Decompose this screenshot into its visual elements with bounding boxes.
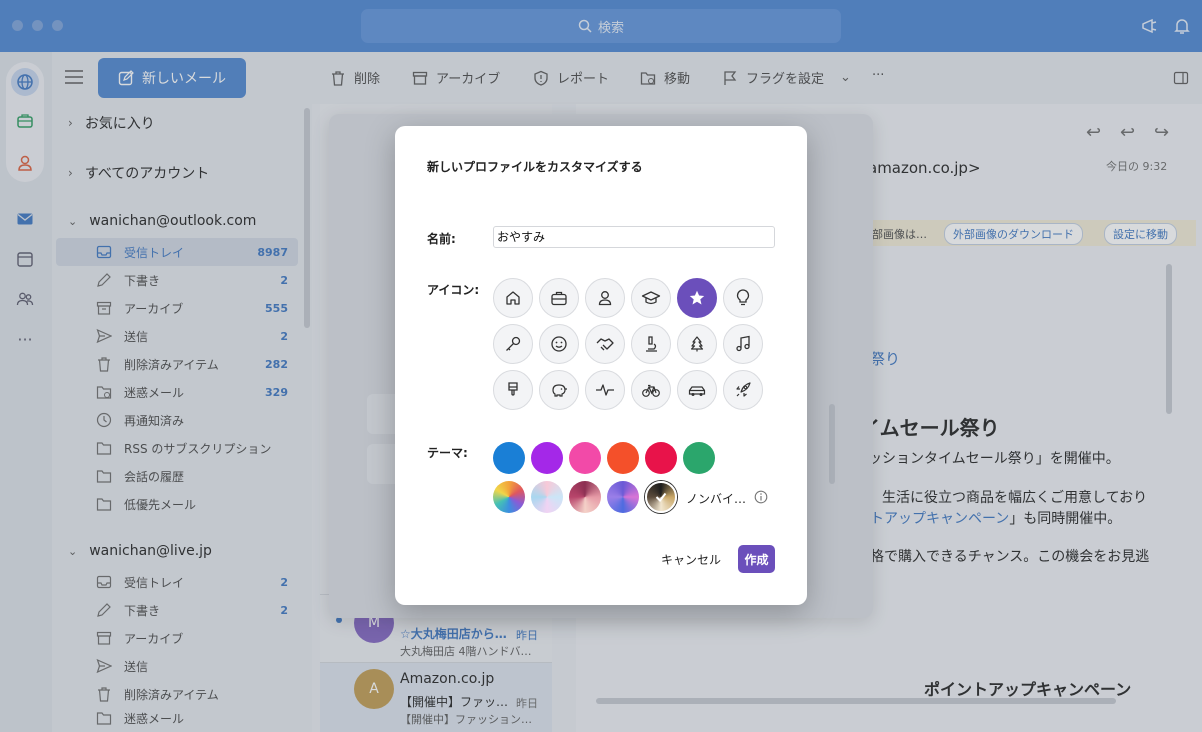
smiley-icon[interactable] — [539, 324, 579, 364]
theme-color-green[interactable] — [683, 442, 715, 474]
piggy-bank-icon[interactable] — [539, 370, 579, 410]
theme-rose-gradient[interactable] — [569, 481, 601, 513]
checkmark-icon — [655, 492, 667, 503]
lightbulb-icon[interactable] — [723, 278, 763, 318]
key-icon[interactable] — [493, 324, 533, 364]
theme-color-orange[interactable] — [607, 442, 639, 474]
info-icon[interactable] — [754, 490, 768, 504]
theme-label: テーマ: — [427, 446, 468, 460]
theme-color-blue[interactable] — [493, 442, 525, 474]
profile-name-input[interactable]: おやすみ — [493, 226, 775, 248]
icon-label: アイコン: — [427, 283, 480, 297]
music-note-icon[interactable] — [723, 324, 763, 364]
pulse-icon[interactable] — [585, 370, 625, 410]
handshake-icon[interactable] — [585, 324, 625, 364]
theme-color-purple[interactable] — [531, 442, 563, 474]
selected-theme-name: ノンバイ… — [686, 492, 747, 506]
theme-neutral-gradient[interactable] — [645, 481, 677, 513]
theme-pastel-gradient[interactable] — [531, 481, 563, 513]
theme-rainbow-gradient[interactable] — [493, 481, 525, 513]
dialog-title: 新しいプロファイルをカスタマイズする — [427, 160, 643, 174]
person-icon[interactable] — [585, 278, 625, 318]
cancel-button[interactable]: キャンセル — [661, 551, 721, 568]
home-icon[interactable] — [493, 278, 533, 318]
graduation-cap-icon[interactable] — [631, 278, 671, 318]
briefcase-icon[interactable] — [539, 278, 579, 318]
theme-violet-gradient[interactable] — [607, 481, 639, 513]
theme-color-red[interactable] — [645, 442, 677, 474]
star-icon[interactable] — [677, 278, 717, 318]
paintbrush-icon[interactable] — [493, 370, 533, 410]
customize-profile-dialog: 新しいプロファイルをカスタマイズする 名前: おやすみ アイコン: テーマ: ノ… — [395, 126, 807, 605]
microscope-icon[interactable] — [631, 324, 671, 364]
car-icon[interactable] — [677, 370, 717, 410]
tree-icon[interactable] — [677, 324, 717, 364]
create-button[interactable]: 作成 — [738, 545, 775, 573]
rocket-icon[interactable] — [723, 370, 763, 410]
bicycle-icon[interactable] — [631, 370, 671, 410]
name-label: 名前: — [427, 232, 456, 246]
theme-color-pink[interactable] — [569, 442, 601, 474]
